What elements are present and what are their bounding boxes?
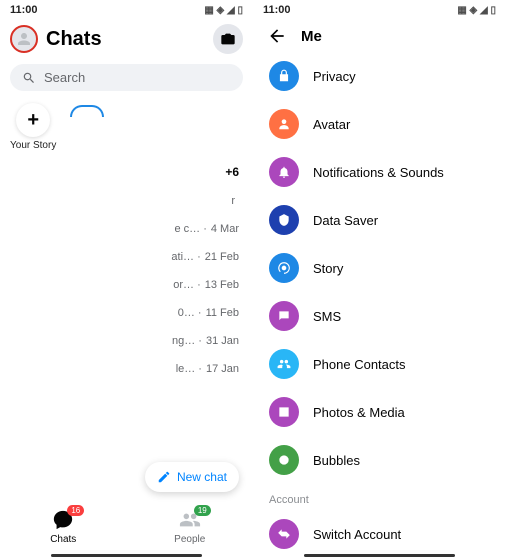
settings-item-label: Data Saver xyxy=(313,213,378,228)
search-icon xyxy=(22,71,36,85)
me-header: Me xyxy=(253,20,506,52)
people-icon: 19 xyxy=(179,509,201,534)
home-indicator xyxy=(304,554,456,557)
settings-item-data-saver[interactable]: Data Saver xyxy=(253,196,506,244)
pencil-icon xyxy=(157,470,171,484)
status-bar: 11:00 ▦ ◈ ◢ ▯ xyxy=(0,0,253,20)
camera-icon xyxy=(220,31,236,47)
group-count: +6 xyxy=(0,157,253,187)
settings-item-label: SMS xyxy=(313,309,341,324)
nav-people-label: People xyxy=(174,534,205,545)
bubble-icon xyxy=(269,445,299,475)
bottom-nav: 16 Chats 19 People xyxy=(0,500,253,554)
settings-list[interactable]: Privacy Avatar Notifications & Sounds Da… xyxy=(253,52,506,554)
your-story-label: Your Story xyxy=(10,140,56,151)
chat-row[interactable]: le… ·17 Jan xyxy=(0,355,253,383)
your-story[interactable]: + Your Story xyxy=(10,103,56,151)
settings-item-label: Avatar xyxy=(313,117,350,132)
settings-item-label: Phone Contacts xyxy=(313,357,406,372)
settings-item-privacy[interactable]: Privacy xyxy=(253,52,506,100)
story-icon xyxy=(269,253,299,283)
camera-button[interactable] xyxy=(213,24,243,54)
status-bar: 11:00 ▦ ◈ ◢ ▯ xyxy=(253,0,506,20)
chats-screen: 11:00 ▦ ◈ ◢ ▯ Chats Search + Your Story … xyxy=(0,0,253,560)
image-icon xyxy=(269,397,299,427)
profile-avatar[interactable] xyxy=(10,25,38,53)
chat-row[interactable]: 0… ·11 Feb xyxy=(0,299,253,327)
search-input[interactable]: Search xyxy=(10,64,243,91)
new-chat-button[interactable]: New chat xyxy=(145,462,239,492)
settings-item-label: Notifications & Sounds xyxy=(313,165,444,180)
settings-item-label: Photos & Media xyxy=(313,405,405,420)
switch-icon xyxy=(269,519,299,549)
settings-item-avatar[interactable]: Avatar xyxy=(253,100,506,148)
chats-title: Chats xyxy=(46,28,205,51)
settings-item-label: Privacy xyxy=(313,69,356,84)
chat-list[interactable]: +6 r e c… ·4 Mar ati… ·21 Feb or… ·13 Fe… xyxy=(0,157,253,500)
search-placeholder: Search xyxy=(44,70,85,85)
settings-item-bubbles[interactable]: Bubbles xyxy=(253,436,506,484)
chat-row[interactable]: ati… ·21 Feb xyxy=(0,243,253,271)
people-badge: 19 xyxy=(194,505,211,516)
nav-people[interactable]: 19 People xyxy=(127,500,254,554)
home-indicator xyxy=(51,554,203,557)
chat-row[interactable]: ng… ·31 Jan xyxy=(0,327,253,355)
chat-row[interactable]: r xyxy=(0,187,253,215)
settings-item-label: Switch Account xyxy=(313,527,401,542)
status-time: 11:00 xyxy=(10,4,38,16)
account-section-label: Account xyxy=(253,484,506,510)
bell-icon xyxy=(269,157,299,187)
people-icon xyxy=(269,349,299,379)
chats-header: Chats xyxy=(0,20,253,58)
back-arrow-icon[interactable] xyxy=(267,26,287,46)
story-ring-icon xyxy=(70,105,104,117)
chat-bubble-icon: 16 xyxy=(52,509,74,534)
me-settings-screen: 11:00 ▦ ◈ ◢ ▯ Me Privacy Avatar Notifica… xyxy=(253,0,506,560)
settings-item-story[interactable]: Story xyxy=(253,244,506,292)
settings-item-switch-account[interactable]: Switch Account xyxy=(253,510,506,554)
person-icon xyxy=(15,30,33,48)
settings-item-label: Bubbles xyxy=(313,453,360,468)
chats-badge: 16 xyxy=(67,505,84,516)
status-time: 11:00 xyxy=(263,4,291,16)
settings-item-phone-contacts[interactable]: Phone Contacts xyxy=(253,340,506,388)
settings-item-sms[interactable]: SMS xyxy=(253,292,506,340)
nav-chats-label: Chats xyxy=(50,534,76,545)
chat-row[interactable]: e c… ·4 Mar xyxy=(0,215,253,243)
me-title: Me xyxy=(301,28,322,45)
settings-item-photos-media[interactable]: Photos & Media xyxy=(253,388,506,436)
status-icons: ▦ ◈ ◢ ▯ xyxy=(204,5,243,16)
lock-icon xyxy=(269,61,299,91)
status-icons: ▦ ◈ ◢ ▯ xyxy=(457,5,496,16)
story-row: + Your Story xyxy=(0,97,253,157)
face-icon xyxy=(269,109,299,139)
shield-icon xyxy=(269,205,299,235)
settings-item-notifications-sounds[interactable]: Notifications & Sounds xyxy=(253,148,506,196)
story-item[interactable] xyxy=(70,103,104,117)
nav-chats[interactable]: 16 Chats xyxy=(0,500,127,554)
chat-row[interactable]: or… ·13 Feb xyxy=(0,271,253,299)
settings-item-label: Story xyxy=(313,261,343,276)
plus-icon: + xyxy=(16,103,50,137)
chat-icon xyxy=(269,301,299,331)
new-chat-label: New chat xyxy=(177,470,227,484)
